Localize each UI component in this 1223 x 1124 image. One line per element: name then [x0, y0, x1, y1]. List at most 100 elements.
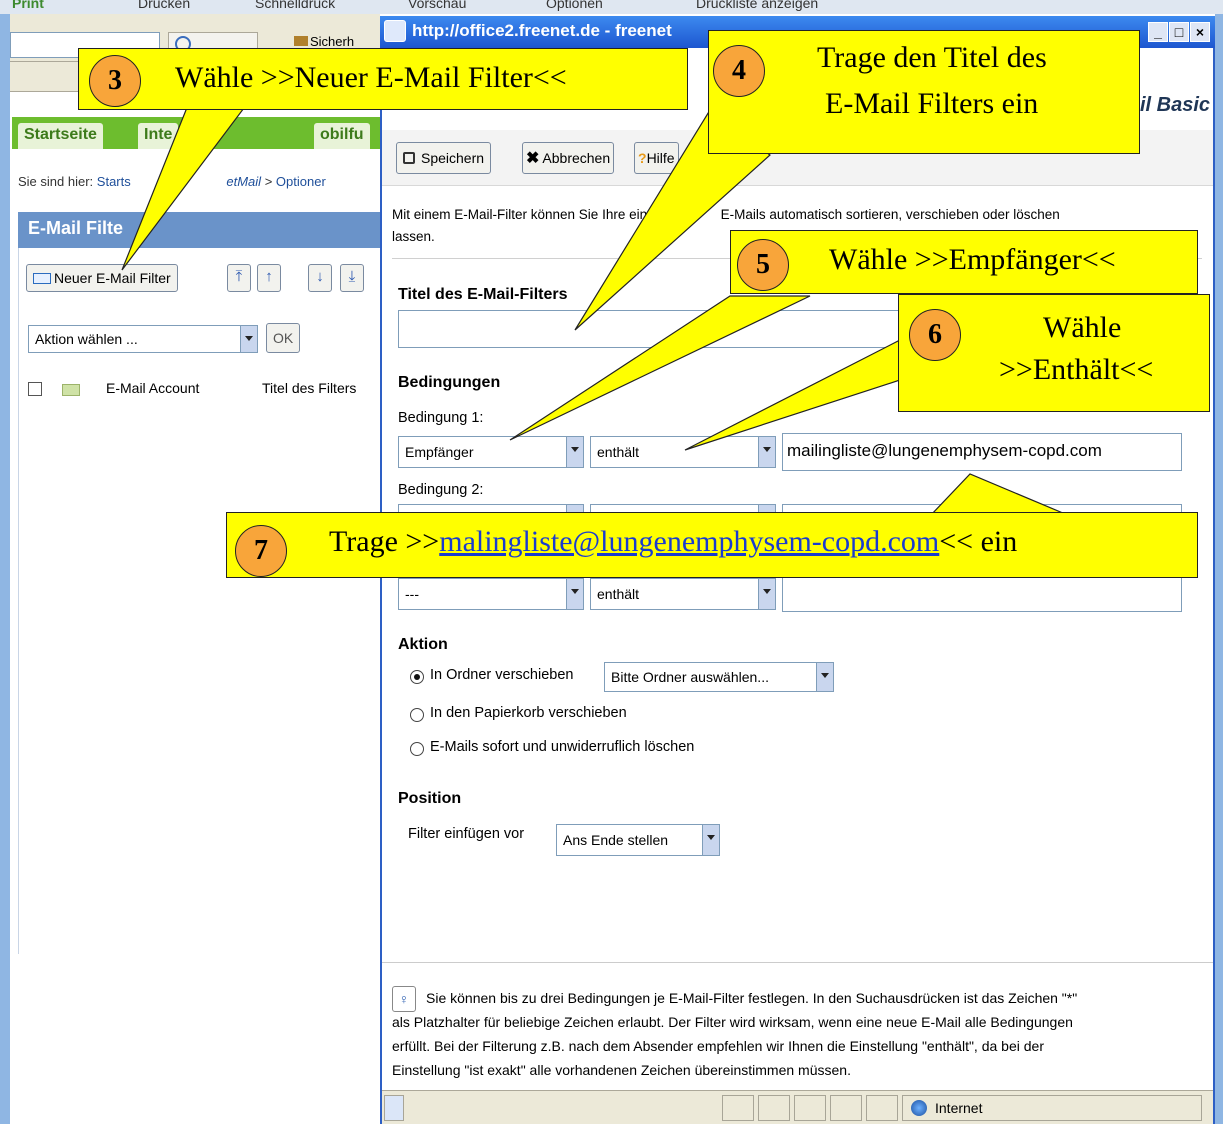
hint-line-4: Einstellung "ist exakt" alle vorhandenen… — [392, 1062, 851, 1078]
window-frame-right — [1215, 0, 1223, 1124]
step-3-text: Wähle >>Neuer E-Mail Filter<< — [175, 61, 567, 94]
column-email-account[interactable]: E-Mail Account — [106, 380, 199, 396]
condition-1-field-select[interactable]: Empfänger — [398, 436, 584, 468]
envelope-arrow-icon — [60, 378, 84, 398]
shield-icon — [294, 36, 308, 46]
menu-druckliste[interactable]: Druckliste anzeigen — [696, 0, 818, 10]
folder-select[interactable]: Bitte Ordner auswählen... — [604, 662, 834, 692]
security-button[interactable]: Sicherh — [294, 34, 354, 49]
cancel-label: Abbrechen — [542, 150, 611, 166]
condition-3-operator-select[interactable]: enthält — [590, 578, 776, 610]
close-icon: ✖ — [526, 150, 540, 167]
condition-1-label: Bedingung 1: — [398, 410, 484, 426]
tab-startseite[interactable]: Startseite — [18, 123, 103, 149]
menu-print[interactable]: Print — [12, 0, 44, 10]
hint-line-3: erfüllt. Bei der Filterung z.B. nach dem… — [392, 1038, 1044, 1054]
condition-1-operator-value: enthält — [597, 444, 640, 460]
minimize-button[interactable]: _ — [1148, 22, 1168, 42]
tab-internet[interactable]: Inte — [138, 123, 179, 149]
help-hint: ♀ Sie können bis zu drei Bedingungen je … — [392, 986, 1212, 1086]
column-filter-title[interactable]: Titel des Filters — [262, 380, 356, 396]
breadcrumb-prefix: Sie sind hier: — [18, 174, 94, 189]
radio-move-to-trash[interactable] — [410, 708, 424, 722]
filter-panel-header: E-Mail Filte — [18, 212, 380, 248]
step-7-text-prefix: Trage >> — [329, 525, 440, 558]
condition-1-field-value: Empfänger — [405, 444, 474, 460]
bulk-action-value: Aktion wählen ... — [35, 331, 138, 347]
status-cell — [794, 1095, 826, 1121]
radio-move-to-folder[interactable] — [410, 670, 424, 684]
bulk-action-select[interactable]: Aktion wählen ... — [28, 325, 258, 353]
security-zone-label: Internet — [935, 1100, 983, 1116]
browser-logo-icon — [384, 20, 406, 42]
move-up-button[interactable]: ↑ — [257, 264, 281, 292]
condition-1-value-input[interactable]: mailingliste@lungenemphysem-copd.com — [782, 433, 1182, 471]
move-top-button[interactable]: ⤒ — [227, 264, 251, 292]
chevron-down-icon — [566, 579, 583, 609]
status-cell — [758, 1095, 790, 1121]
maximize-button[interactable]: □ — [1169, 22, 1189, 42]
question-icon: ? — [638, 150, 647, 166]
globe-icon — [911, 1100, 927, 1116]
filter-title-input[interactable] — [398, 310, 918, 348]
help-button[interactable]: ?Hilfe — [634, 142, 679, 174]
menu-vorschau[interactable]: Vorschau — [408, 0, 466, 10]
condition-1-operator-select[interactable]: enthält — [590, 436, 776, 468]
breadcrumb-separator: > — [264, 174, 273, 189]
condition-3-value-input[interactable] — [782, 574, 1182, 612]
move-to-folder-label: In Ordner verschieben — [430, 667, 574, 683]
email-link[interactable]: malingliste@lungenemphysem-copd.com — [439, 525, 939, 558]
save-label: Speichern — [421, 150, 485, 166]
insert-before-label: Filter einfügen vor — [408, 826, 525, 842]
chevron-down-icon — [566, 437, 583, 467]
chevron-down-icon — [816, 663, 833, 691]
intro-text-part1: Mit einem E-Mail-Filter können Sie Ihre … — [392, 207, 655, 222]
condition-3-field-value: --- — [405, 586, 419, 602]
menu-optionen[interactable]: Optionen — [546, 0, 603, 10]
delete-permanently-label: E-Mails sofort und unwiderruflich lösche… — [430, 739, 695, 755]
radio-delete-permanently[interactable] — [410, 742, 424, 756]
intro-text-part2: E-Mails automatisch sortieren, verschieb… — [720, 207, 1060, 222]
ok-button[interactable]: OK — [266, 323, 301, 353]
cancel-button[interactable]: ✖ Abbrechen — [522, 142, 615, 174]
menu-drucken[interactable]: Drucken — [138, 0, 190, 10]
step-4-text-line2: E-Mail Filters ein — [825, 87, 1039, 120]
condition-3-field-select[interactable]: --- — [398, 578, 584, 610]
callout-step-5: 5 Wähle >>Empfänger<< — [730, 230, 1198, 294]
select-all-checkbox[interactable] — [28, 382, 42, 396]
breadcrumb-options-link[interactable]: Optioner — [276, 174, 326, 189]
step-4-badge: 4 — [713, 45, 765, 97]
step-5-badge: 5 — [737, 239, 789, 291]
position-select[interactable]: Ans Ende stellen — [556, 824, 720, 856]
close-button[interactable]: × — [1190, 22, 1210, 42]
window-frame-left — [0, 0, 10, 1124]
save-button[interactable]: Speichern — [396, 142, 492, 174]
lightbulb-icon: ♀ — [392, 986, 416, 1012]
new-filter-button[interactable]: Neuer E-Mail Filter — [26, 264, 178, 292]
position-select-value: Ans Ende stellen — [563, 832, 669, 848]
tab-mobilfunk[interactable]: obilfu — [314, 123, 370, 149]
browser-menubar: Print Drucken Schnelldruck Vorschau Opti… — [0, 0, 1223, 14]
chevron-down-icon — [758, 579, 775, 609]
intro-text-part3: lassen. — [392, 229, 435, 244]
step-3-badge: 3 — [89, 55, 141, 107]
new-filter-icon — [33, 273, 51, 284]
breadcrumb: Sie sind hier: Starts etMail > Optioner — [18, 174, 326, 189]
move-down-button[interactable]: ↓ — [308, 264, 332, 292]
step-6-text-line2: >>Enthält<< — [999, 353, 1154, 386]
breadcrumb-mail-link[interactable]: etMail — [226, 174, 261, 189]
disk-icon — [403, 152, 415, 164]
move-bottom-button[interactable]: ⤓ — [340, 264, 364, 292]
site-tabs: Startseite Inte obilfu — [12, 117, 380, 149]
breadcrumb-start-link[interactable]: Starts — [97, 174, 131, 189]
menu-schnelldruck[interactable]: Schnelldruck — [255, 0, 335, 10]
hint-line-2: als Platzhalter für beliebige Zeichen er… — [392, 1014, 1073, 1030]
status-cell — [830, 1095, 862, 1121]
step-7-badge: 7 — [235, 525, 287, 577]
condition-2-label: Bedingung 2: — [398, 482, 484, 498]
callout-step-6: 6 Wähle >>Enthält<< — [898, 294, 1210, 412]
status-cell — [866, 1095, 898, 1121]
step-6-badge: 6 — [909, 309, 961, 361]
divider — [382, 962, 1213, 963]
condition-3-operator-value: enthält — [597, 586, 640, 602]
